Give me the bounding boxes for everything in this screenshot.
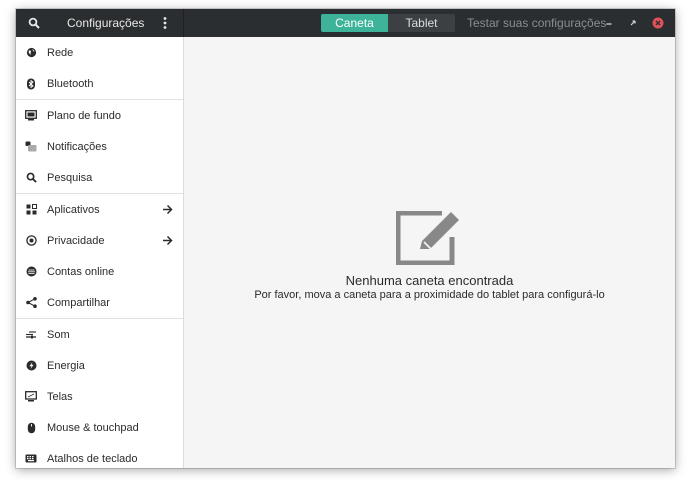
keyboard-icon [25,453,37,465]
menu-button[interactable] [154,12,176,34]
close-button[interactable] [650,15,666,31]
arrow-right-icon [163,235,173,246]
maximize-button[interactable] [625,15,641,31]
sidebar-item-contas-online[interactable]: Contas online [16,256,183,287]
notifications-icon [25,141,37,153]
sidebar-item-som[interactable]: Som [16,319,183,350]
main-content: Nenhuma caneta encontrada Por favor, mov… [184,37,675,468]
kebab-menu-icon [163,17,167,29]
mouse-icon [25,422,37,434]
minimize-icon [606,23,612,25]
privacy-icon [25,235,37,247]
search-button[interactable] [23,12,45,34]
sidebar-item-aplicativos[interactable]: Aplicativos [16,194,183,225]
sidebar-item-label: Notificações [47,140,107,153]
tab-caneta[interactable]: Caneta [321,14,388,32]
window-title: Configurações [67,16,145,30]
headerbar-separator [183,9,184,37]
sidebar-item-pesquisa[interactable]: Pesquisa [16,162,183,193]
test-settings-button[interactable]: Testar suas configurações [467,9,606,37]
tab-tablet[interactable]: Tablet [388,14,455,32]
background-icon [25,110,37,122]
sidebar-item-telas[interactable]: Telas [16,381,183,412]
search-icon [25,172,37,184]
sidebar-item-notificacoes[interactable]: Notificações [16,131,183,162]
sidebar-item-label: Aplicativos [47,203,100,216]
displays-icon [25,391,37,403]
sidebar-item-energia[interactable]: Energia [16,350,183,381]
headerbar: Configurações Caneta Tablet Testar suas … [16,9,675,37]
globe-icon [25,47,37,59]
stylus-edit-icon [396,211,459,265]
bluetooth-icon [25,78,37,90]
settings-window: Configurações Caneta Tablet Testar suas … [16,9,675,468]
empty-state-title: Nenhuma caneta encontrada [345,273,514,288]
maximize-icon [630,20,636,26]
empty-state-subtitle: Por favor, mova a caneta para a proximid… [254,289,605,301]
apps-grid-icon [25,204,37,216]
sidebar-item-label: Privacidade [47,234,105,247]
sidebar-item-plano-de-fundo[interactable]: Plano de fundo [16,100,183,131]
online-accounts-icon [25,266,37,278]
sidebar-item-label: Mouse & touchpad [47,421,139,434]
sidebar-item-label: Som [47,328,70,341]
sidebar-item-bluetooth[interactable]: Bluetooth [16,68,183,99]
sidebar-item-privacidade[interactable]: Privacidade [16,225,183,256]
sidebar-item-atalhos-de-teclado[interactable]: Atalhos de teclado [16,443,183,468]
sidebar-item-label: Telas [47,390,73,403]
sidebar: Rede Bluetooth Plano de fundo Notificaçõ… [16,37,184,468]
sound-icon [25,329,37,341]
sidebar-item-label: Energia [47,359,85,372]
sidebar-item-compartilhar[interactable]: Compartilhar [16,287,183,318]
sidebar-item-label: Compartilhar [47,296,110,309]
sidebar-item-rede[interactable]: Rede [16,37,183,68]
power-icon [25,360,37,372]
view-switcher: Caneta Tablet [321,14,455,32]
sidebar-item-mouse-touchpad[interactable]: Mouse & touchpad [16,412,183,443]
minimize-button[interactable] [601,15,617,31]
sidebar-item-label: Pesquisa [47,171,93,184]
sidebar-item-label: Plano de fundo [47,109,122,122]
sidebar-item-label: Atalhos de teclado [47,452,138,465]
sidebar-item-label: Contas online [47,265,115,278]
share-icon [25,297,37,309]
arrow-right-icon [163,204,173,215]
sidebar-item-label: Rede [47,46,74,59]
sidebar-item-label: Bluetooth [47,77,94,90]
search-icon [28,17,40,29]
close-icon [652,17,664,29]
